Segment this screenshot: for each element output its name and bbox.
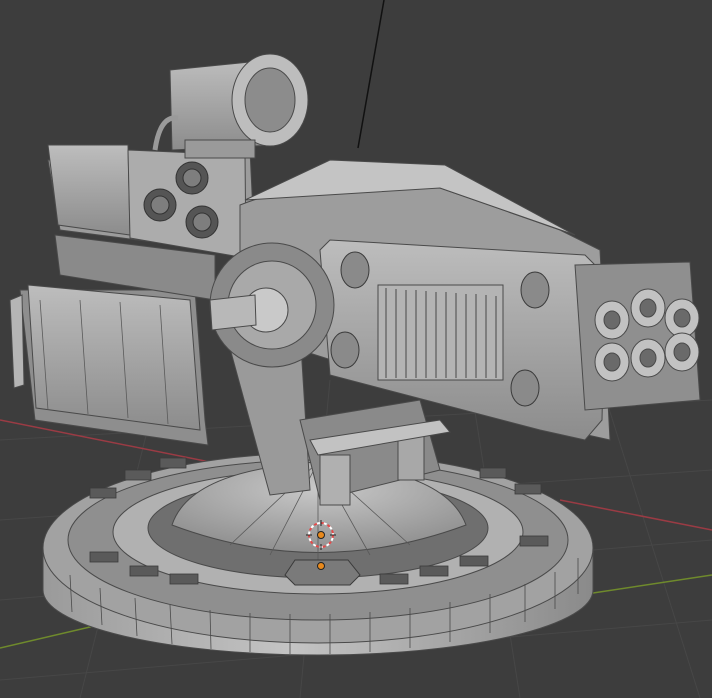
bolt: [340, 251, 370, 289]
side-shield[interactable]: [9, 284, 209, 446]
gatling-barrels[interactable]: [574, 261, 701, 411]
object-origin[interactable]: [317, 531, 325, 539]
3d-viewport[interactable]: [0, 0, 712, 698]
bolt: [330, 331, 360, 369]
pivot-gear[interactable]: [209, 242, 335, 368]
scope[interactable]: [169, 53, 309, 159]
bolt: [510, 369, 540, 407]
object-origin-secondary: [317, 562, 325, 570]
antenna-wire: [357, 0, 385, 149]
viewport-canvas[interactable]: [0, 0, 712, 698]
bolt: [520, 271, 550, 309]
